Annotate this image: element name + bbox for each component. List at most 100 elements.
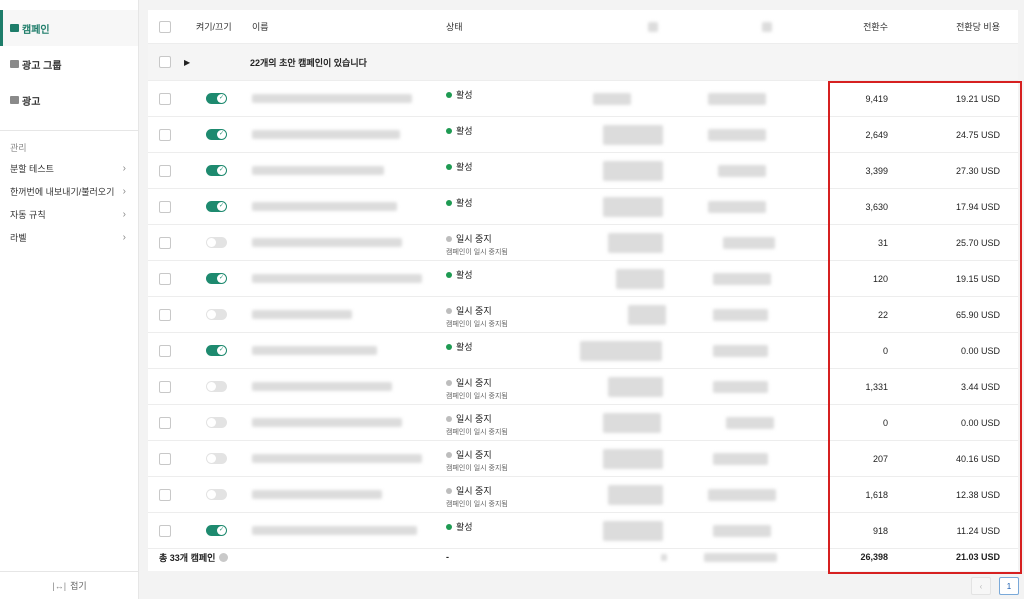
table-row[interactable]: 일시 중지 캠페인이 일시 중지됨 1,331 3.44 USD — [148, 369, 1018, 405]
toggle-switch[interactable] — [206, 309, 227, 320]
row-checkbox[interactable] — [159, 272, 171, 285]
row-checkbox[interactable] — [159, 488, 171, 501]
campaign-toggle[interactable] — [206, 405, 227, 440]
row-checkbox[interactable] — [159, 344, 171, 357]
campaign-name[interactable] — [252, 225, 402, 260]
row-checkbox-cell[interactable] — [159, 225, 171, 260]
row-checkbox-cell[interactable] — [159, 369, 171, 404]
row-checkbox[interactable] — [159, 200, 171, 213]
prev-page-button[interactable]: ‹ — [971, 577, 991, 595]
campaign-toggle[interactable]: ✓ — [206, 81, 227, 116]
header-select-all[interactable] — [159, 10, 171, 43]
sidebar-item-0[interactable]: 캠페인 — [0, 10, 138, 46]
row-checkbox-cell[interactable] — [159, 477, 171, 512]
campaign-name[interactable] — [252, 369, 392, 404]
table-row[interactable]: 일시 중지 캠페인이 일시 중지됨 22 65.90 USD — [148, 297, 1018, 333]
campaign-toggle[interactable] — [206, 441, 227, 476]
hidden-metric-2 — [708, 189, 766, 224]
campaign-toggle[interactable] — [206, 297, 227, 332]
row-checkbox-cell[interactable] — [159, 117, 171, 152]
campaign-toggle[interactable]: ✓ — [206, 261, 227, 296]
row-checkbox[interactable] — [159, 92, 171, 105]
header-name[interactable]: 이름 — [252, 10, 269, 43]
row-checkbox-cell[interactable] — [159, 441, 171, 476]
toggle-switch[interactable]: ✓ — [206, 273, 227, 284]
table-row[interactable]: 일시 중지 캠페인이 일시 중지됨 31 25.70 USD — [148, 225, 1018, 261]
header-cost-per-conversion[interactable]: 전환당 비용 — [900, 10, 1000, 43]
row-checkbox-cell[interactable] — [159, 333, 171, 368]
campaign-name[interactable] — [252, 477, 382, 512]
sidebar-manage-item-1[interactable]: 한꺼번에 내보내기/불러오기 › — [0, 180, 138, 203]
page-1-button[interactable]: 1 — [999, 577, 1019, 595]
draft-campaigns-row[interactable]: ▶ 22개의 초안 캠페인이 있습니다 — [148, 44, 1018, 81]
row-checkbox[interactable] — [159, 236, 171, 249]
campaign-toggle[interactable]: ✓ — [206, 117, 227, 152]
campaign-name[interactable] — [252, 261, 422, 296]
row-checkbox[interactable] — [159, 380, 171, 393]
campaign-name[interactable] — [252, 297, 352, 332]
campaign-name[interactable] — [252, 81, 412, 116]
campaign-name[interactable] — [252, 441, 422, 476]
row-checkbox[interactable] — [159, 308, 171, 321]
campaign-name[interactable] — [252, 117, 400, 152]
toggle-switch[interactable]: ✓ — [206, 165, 227, 176]
campaign-name[interactable] — [252, 405, 402, 440]
table-row[interactable]: ✓ 활성 120 19.15 USD — [148, 261, 1018, 297]
collapse-button[interactable]: |↔| 접기 — [0, 571, 139, 599]
toggle-switch[interactable]: ✓ — [206, 93, 227, 104]
row-checkbox[interactable] — [159, 416, 171, 429]
campaign-toggle[interactable]: ✓ — [206, 189, 227, 224]
toggle-switch[interactable] — [206, 453, 227, 464]
status-dot-icon — [446, 91, 452, 98]
toggle-switch[interactable]: ✓ — [206, 201, 227, 212]
sidebar-manage-item-0[interactable]: 분할 테스트 › — [0, 157, 138, 180]
info-icon[interactable] — [219, 552, 229, 562]
select-all-checkbox[interactable] — [159, 20, 171, 33]
toggle-switch[interactable] — [206, 381, 227, 392]
table-row[interactable]: ✓ 활성 3,630 17.94 USD — [148, 189, 1018, 225]
toggle-switch[interactable]: ✓ — [206, 525, 227, 536]
sidebar-manage-item-3[interactable]: 라벨 › — [0, 226, 138, 249]
draft-row-checkbox-cell[interactable] — [159, 44, 171, 80]
row-checkbox-cell[interactable] — [159, 297, 171, 332]
campaign-toggle[interactable]: ✓ — [206, 333, 227, 368]
draft-row-checkbox[interactable] — [159, 56, 171, 68]
row-checkbox-cell[interactable] — [159, 189, 171, 224]
campaign-toggle[interactable] — [206, 225, 227, 260]
toggle-switch[interactable]: ✓ — [206, 345, 227, 356]
toggle-switch[interactable] — [206, 489, 227, 500]
expand-icon[interactable]: ▶ — [184, 44, 190, 80]
row-checkbox[interactable] — [159, 524, 171, 537]
header-hidden-col-1[interactable] — [648, 10, 658, 43]
toggle-switch[interactable]: ✓ — [206, 129, 227, 140]
campaign-name[interactable] — [252, 153, 384, 188]
toggle-switch[interactable] — [206, 237, 227, 248]
table-row[interactable]: 일시 중지 캠페인이 일시 중지됨 207 40.16 USD — [148, 441, 1018, 477]
table-row[interactable]: ✓ 활성 2,649 24.75 USD — [148, 117, 1018, 153]
row-checkbox-cell[interactable] — [159, 261, 171, 296]
campaign-name[interactable] — [252, 333, 377, 368]
table-row[interactable]: 일시 중지 캠페인이 일시 중지됨 1,618 12.38 USD — [148, 477, 1018, 513]
table-row[interactable]: 일시 중지 캠페인이 일시 중지됨 0 0.00 USD — [148, 405, 1018, 441]
header-toggle[interactable]: 켜기/끄기 — [196, 10, 232, 43]
header-status[interactable]: 상태 — [446, 10, 463, 43]
header-hidden-col-2[interactable] — [762, 10, 772, 43]
header-conversions[interactable]: 전환수 — [788, 10, 888, 43]
campaign-toggle[interactable] — [206, 369, 227, 404]
campaign-toggle[interactable]: ✓ — [206, 153, 227, 188]
table-row[interactable]: ✓ 활성 9,419 19.21 USD — [148, 81, 1018, 117]
row-checkbox[interactable] — [159, 452, 171, 465]
table-row[interactable]: ✓ 활성 0 0.00 USD — [148, 333, 1018, 369]
table-row[interactable]: ✓ 활성 3,399 27.30 USD — [148, 153, 1018, 189]
row-checkbox[interactable] — [159, 164, 171, 177]
sidebar-item-2[interactable]: 광고 — [0, 82, 138, 118]
campaign-toggle[interactable] — [206, 477, 227, 512]
row-checkbox-cell[interactable] — [159, 405, 171, 440]
toggle-switch[interactable] — [206, 417, 227, 428]
sidebar-manage-item-2[interactable]: 자동 규칙 › — [0, 203, 138, 226]
row-checkbox[interactable] — [159, 128, 171, 141]
row-checkbox-cell[interactable] — [159, 153, 171, 188]
sidebar-item-1[interactable]: 광고 그룹 — [0, 46, 138, 82]
campaign-name[interactable] — [252, 189, 397, 224]
row-checkbox-cell[interactable] — [159, 81, 171, 116]
